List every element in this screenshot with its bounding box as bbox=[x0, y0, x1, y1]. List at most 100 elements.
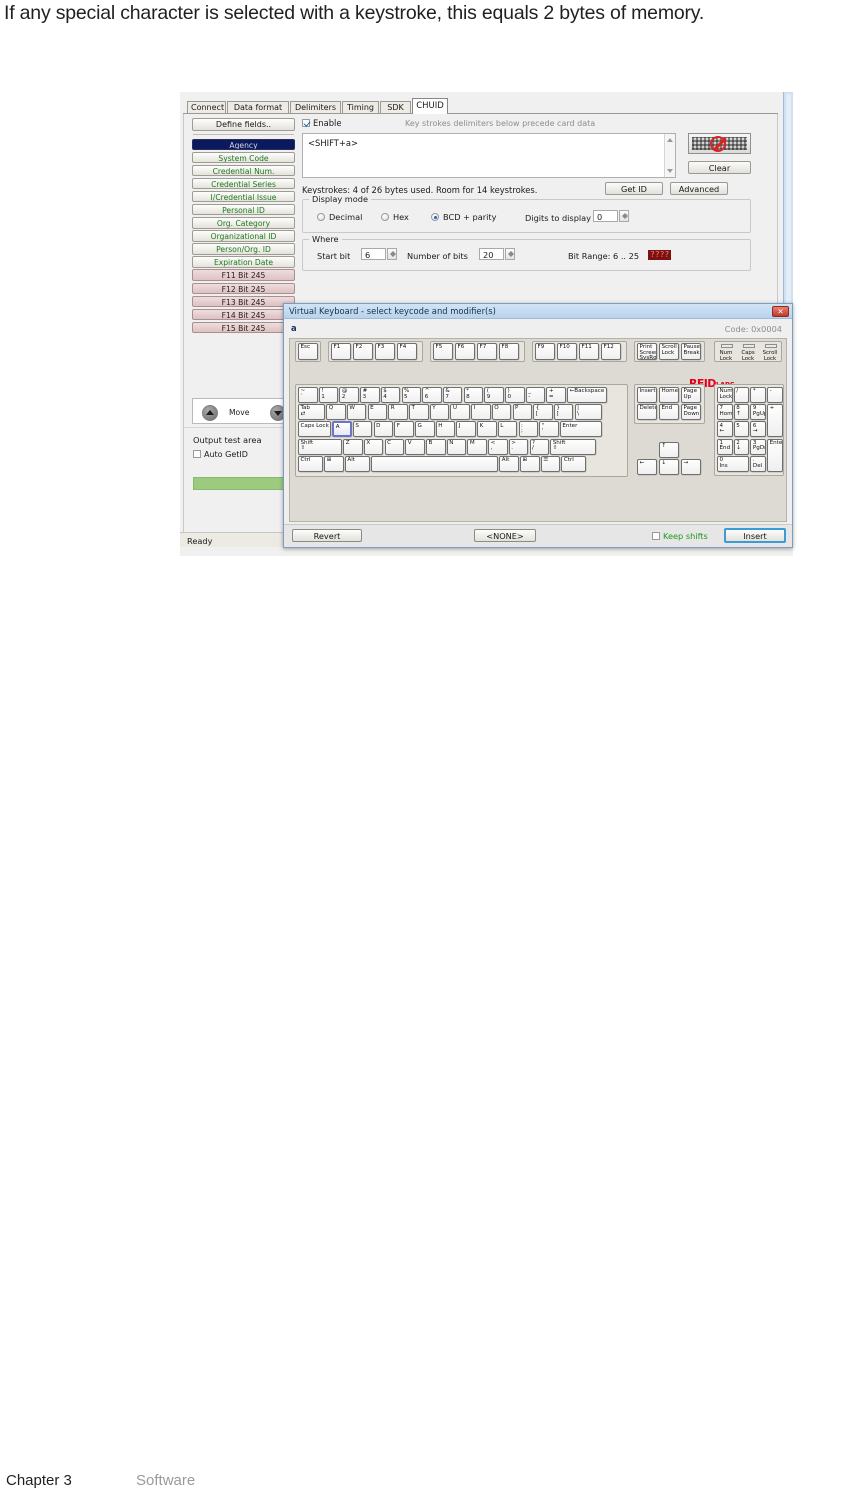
key-o[interactable]: O bbox=[491, 404, 512, 421]
key-d[interactable]: D bbox=[373, 421, 394, 438]
key-j[interactable]: J bbox=[456, 421, 476, 438]
key-numpad-multiply[interactable]: * bbox=[750, 387, 766, 403]
define-fields-button[interactable]: Define fields.. bbox=[192, 118, 295, 131]
key-w[interactable]: W bbox=[346, 404, 367, 421]
key-shift-right[interactable]: Shift ⇧ bbox=[550, 438, 597, 455]
key-y[interactable]: Y bbox=[429, 404, 450, 421]
key-shift-left[interactable]: Shift ⇧ bbox=[298, 438, 342, 455]
key-delete[interactable]: Delete bbox=[637, 404, 657, 421]
key-numpad-9[interactable]: 9 PgUp bbox=[750, 404, 766, 421]
insert-button[interactable]: Insert bbox=[724, 528, 786, 543]
key-win-right[interactable]: ⊞ bbox=[520, 455, 540, 472]
key-page-up[interactable]: Page Up bbox=[681, 387, 701, 403]
key-ctrl-right[interactable]: Ctrl bbox=[561, 455, 587, 472]
key-enter[interactable]: Enter bbox=[559, 421, 602, 438]
key-numpad-enter[interactable]: Enter bbox=[767, 438, 783, 472]
key-numpad-1[interactable]: 1 End bbox=[717, 438, 733, 455]
key-page-down[interactable]: Page Down bbox=[681, 404, 701, 421]
close-icon[interactable]: ✕ bbox=[772, 305, 789, 317]
field-button-f11-bit-245[interactable]: F11 Bit 245 bbox=[192, 269, 295, 281]
radio-bcd-parity-dot[interactable] bbox=[431, 213, 439, 221]
key-r[interactable]: R bbox=[388, 404, 408, 421]
keystrokes-textarea[interactable]: <SHIFT+a> bbox=[302, 133, 676, 178]
key-a[interactable]: A bbox=[332, 421, 352, 438]
key-backspace[interactable]: ←Backspace bbox=[567, 387, 608, 403]
key-ctrl-left[interactable]: Ctrl bbox=[298, 455, 323, 472]
key-x[interactable]: X bbox=[363, 438, 384, 455]
key-esc[interactable]: Esc bbox=[298, 343, 318, 360]
field-button-expiration-date[interactable]: Expiration Date bbox=[192, 256, 295, 268]
key-numpad-minus[interactable]: - bbox=[767, 387, 783, 403]
key-8[interactable]: * 8 bbox=[463, 387, 484, 403]
key-7[interactable]: & 7 bbox=[442, 387, 463, 403]
key-win-left[interactable]: ⊞ bbox=[324, 455, 344, 472]
field-button-f14-bit-245[interactable]: F14 Bit 245 bbox=[192, 308, 295, 321]
key-numpad-decimal[interactable]: . Del bbox=[750, 455, 766, 472]
key-g[interactable]: G bbox=[415, 421, 435, 438]
key-backslash[interactable]: | \ bbox=[574, 404, 602, 421]
key-t[interactable]: T bbox=[409, 404, 429, 421]
keep-shifts-row[interactable]: Keep shifts bbox=[652, 531, 708, 541]
keep-shifts-checkbox[interactable] bbox=[652, 532, 660, 540]
field-button-person-org-id[interactable]: Person/Org. ID bbox=[192, 243, 295, 255]
key-f8[interactable]: F8 bbox=[499, 343, 519, 360]
key-bracket-right[interactable]: } ] bbox=[553, 404, 574, 421]
key-alt-right[interactable]: Alt bbox=[499, 455, 519, 472]
dialog-title-bar[interactable]: Virtual Keyboard - select keycode and mo… bbox=[284, 304, 792, 319]
field-button-organizational-id[interactable]: Organizational ID bbox=[192, 230, 295, 242]
key-arrow-right[interactable]: → bbox=[681, 458, 701, 475]
key-b[interactable]: B bbox=[426, 438, 446, 455]
key-arrow-up[interactable]: ↑ bbox=[659, 441, 679, 458]
enable-checkbox[interactable] bbox=[302, 119, 310, 127]
key-pause-break[interactable]: Pause Break bbox=[681, 343, 701, 360]
key-f2[interactable]: F2 bbox=[353, 343, 373, 360]
key-c[interactable]: C bbox=[384, 438, 405, 455]
scroll-down-icon[interactable] bbox=[667, 169, 673, 173]
key-n[interactable]: N bbox=[446, 438, 467, 455]
digits-spinner[interactable] bbox=[619, 210, 629, 222]
key-4[interactable]: $ 4 bbox=[380, 387, 401, 403]
key-arrow-left[interactable]: ← bbox=[637, 458, 657, 475]
key-menu[interactable]: ☰ bbox=[540, 455, 561, 472]
key-m[interactable]: M bbox=[467, 438, 487, 455]
key-f11[interactable]: F11 bbox=[579, 343, 599, 360]
field-button-f13-bit-245[interactable]: F13 Bit 245 bbox=[192, 295, 295, 308]
key-f12[interactable]: F12 bbox=[601, 343, 621, 360]
key-3[interactable]: # 3 bbox=[360, 387, 380, 403]
key-v[interactable]: V bbox=[405, 438, 425, 455]
key-k[interactable]: K bbox=[477, 421, 497, 438]
key-l[interactable]: L bbox=[497, 421, 518, 438]
digits-to-display-input[interactable]: 0 bbox=[593, 210, 618, 222]
start-bit-input[interactable]: 6 bbox=[361, 248, 386, 260]
key-0[interactable]: ) 0 bbox=[505, 387, 525, 403]
clear-button[interactable]: Clear bbox=[688, 161, 751, 174]
key-f10[interactable]: F10 bbox=[557, 343, 577, 360]
key-numpad-5[interactable]: 5 bbox=[733, 421, 750, 438]
key-f7[interactable]: F7 bbox=[477, 343, 497, 360]
field-button-org-category[interactable]: Org. Category bbox=[192, 217, 295, 229]
key-numpad-plus[interactable]: + bbox=[767, 404, 783, 438]
key-tilde[interactable]: ~ ` bbox=[298, 387, 318, 403]
key-numpad-2[interactable]: 2 ↓ bbox=[733, 438, 750, 455]
key-alt-left[interactable]: Alt bbox=[344, 455, 370, 472]
key-end[interactable]: End bbox=[659, 404, 679, 421]
radio-hex[interactable]: Hex bbox=[381, 212, 409, 222]
field-button-i-credential-issue[interactable]: I/Credential Issue bbox=[192, 190, 295, 203]
key-f1[interactable]: F1 bbox=[331, 343, 351, 360]
key-semicolon[interactable]: : ; bbox=[518, 421, 538, 438]
key-s[interactable]: S bbox=[352, 421, 373, 438]
key-5[interactable]: % 5 bbox=[401, 387, 421, 403]
tab-chuid[interactable]: CHUID bbox=[412, 98, 448, 114]
key-1[interactable]: ! 1 bbox=[318, 387, 339, 403]
key-numpad-divide[interactable]: / bbox=[733, 387, 750, 403]
key-q[interactable]: Q bbox=[326, 404, 346, 421]
key-slash[interactable]: ? / bbox=[529, 438, 549, 455]
key-print-screen[interactable]: Print Screen SysRq bbox=[637, 343, 657, 360]
auto-getid-row[interactable]: Auto GetID bbox=[193, 450, 248, 459]
key-u[interactable]: U bbox=[450, 404, 470, 421]
key-6[interactable]: ^ 6 bbox=[422, 387, 442, 403]
field-button-personal-id[interactable]: Personal ID bbox=[192, 203, 295, 216]
key-space[interactable] bbox=[371, 455, 499, 472]
key-f6[interactable]: F6 bbox=[455, 343, 475, 360]
field-button-f12-bit-245[interactable]: F12 Bit 245 bbox=[192, 282, 295, 295]
